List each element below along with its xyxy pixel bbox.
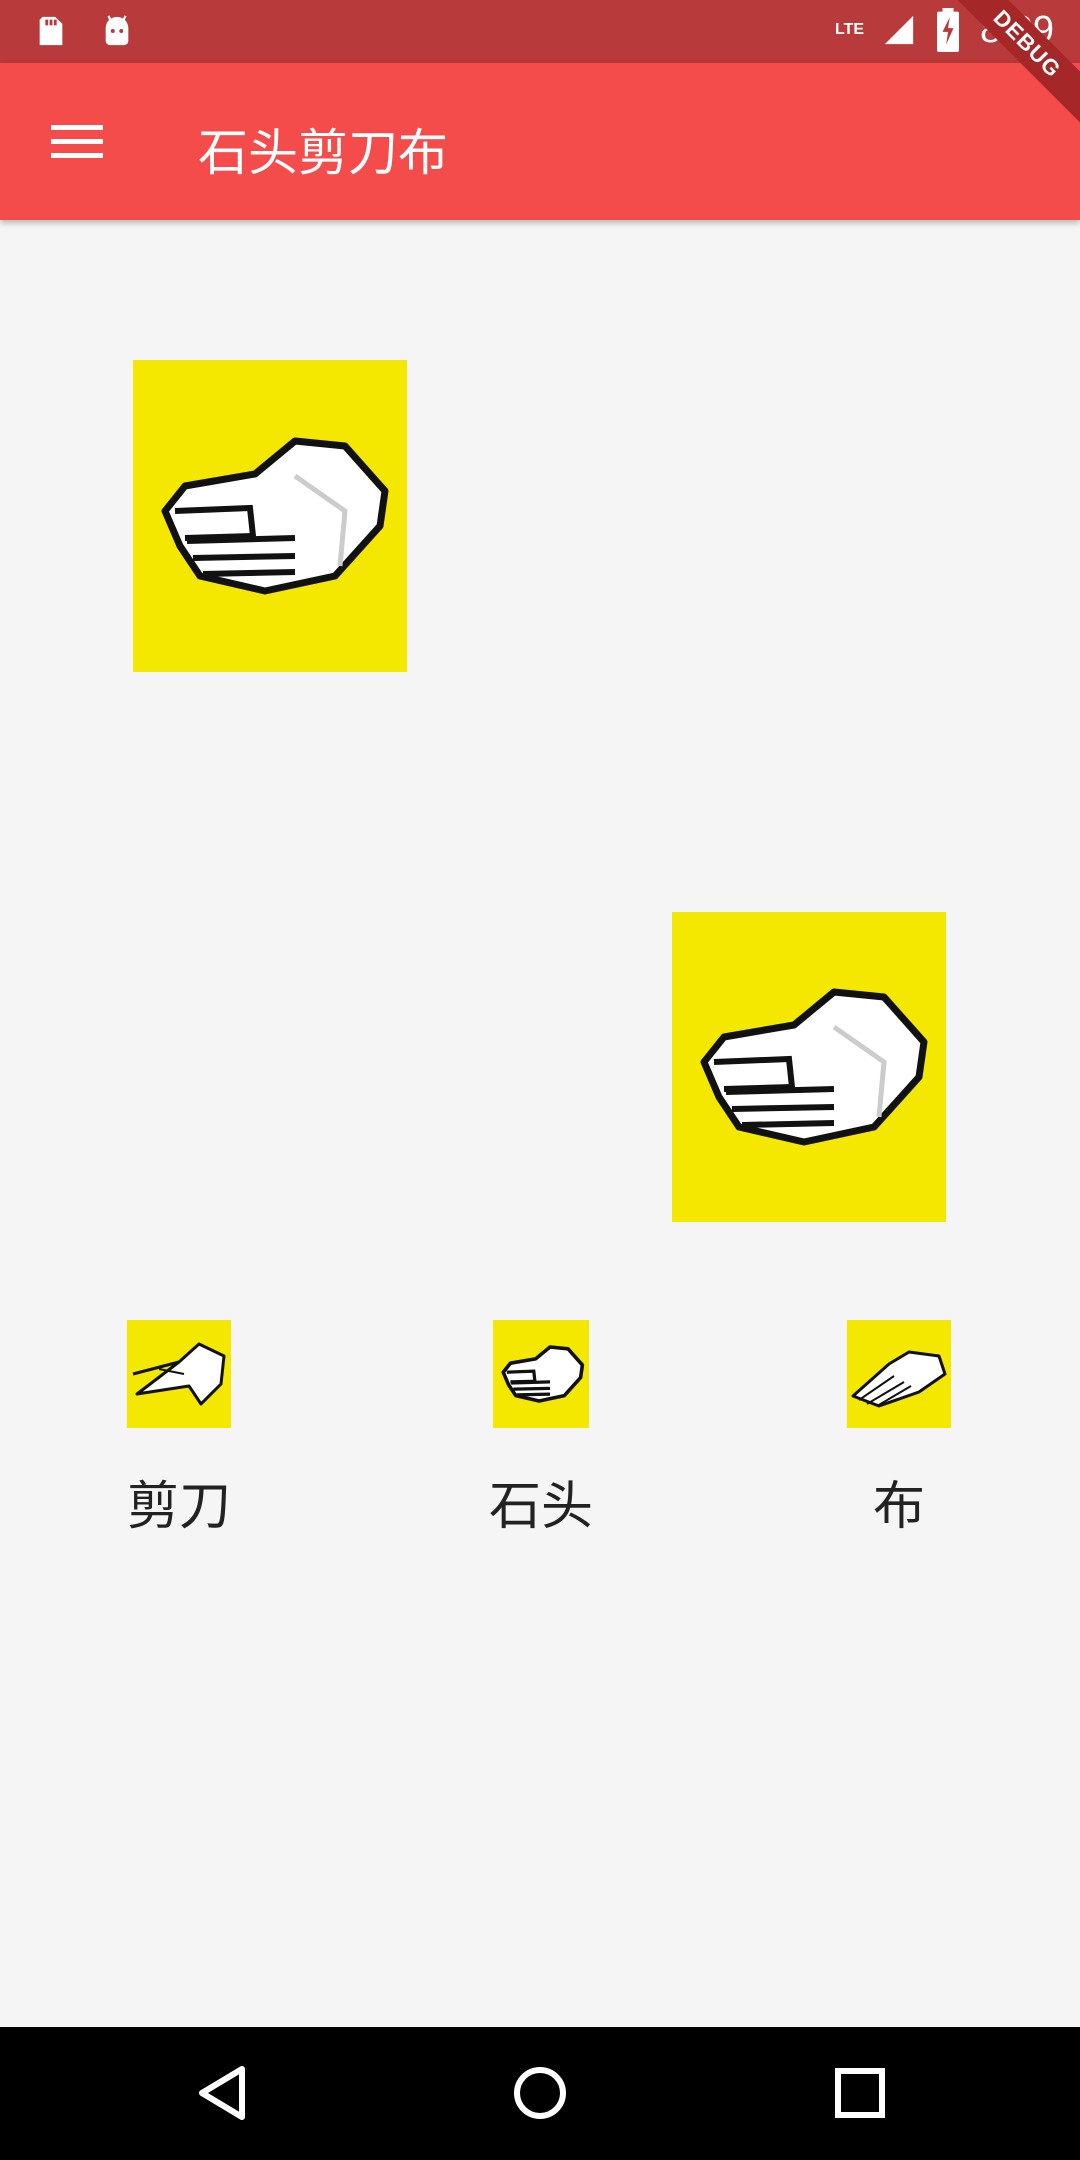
menu-button[interactable] bbox=[40, 109, 114, 173]
page-title: 石头剪刀布 bbox=[198, 124, 448, 182]
recents-icon bbox=[835, 2068, 885, 2118]
menu-icon bbox=[51, 125, 103, 158]
signal-icon bbox=[884, 15, 914, 45]
back-button[interactable] bbox=[182, 2057, 262, 2129]
app-bar: 石头剪刀布 bbox=[0, 63, 1080, 220]
network-type: LTE bbox=[835, 21, 865, 38]
choice-paper-label: 布 bbox=[872, 1477, 925, 1537]
sd-card-icon bbox=[39, 16, 63, 46]
choice-rock-label: 石头 bbox=[488, 1477, 593, 1537]
scissors-hand-icon bbox=[132, 1342, 226, 1406]
system-nav-bar bbox=[0, 2027, 1080, 2160]
choice-scissors-thumb[interactable] bbox=[127, 1320, 231, 1428]
home-icon bbox=[514, 2067, 566, 2119]
home-button[interactable] bbox=[500, 2057, 580, 2129]
recents-button[interactable] bbox=[820, 2057, 900, 2129]
battery-icon bbox=[937, 8, 960, 52]
player-hand-card bbox=[672, 912, 946, 1222]
computer-hand-card bbox=[133, 360, 407, 672]
rock-hand-icon bbox=[501, 1345, 585, 1403]
back-icon bbox=[199, 2066, 245, 2120]
paper-hand-icon bbox=[851, 1350, 947, 1408]
rock-hand-icon bbox=[700, 988, 928, 1146]
android-icon bbox=[105, 15, 129, 46]
choice-scissors-button[interactable]: 剪刀 bbox=[104, 1320, 254, 1539]
choice-paper-thumb[interactable] bbox=[847, 1320, 951, 1428]
choice-rock-button[interactable]: 石头 bbox=[466, 1320, 616, 1539]
choice-rock-thumb[interactable] bbox=[493, 1320, 589, 1428]
status-bar: LTE 8:09 bbox=[0, 0, 1080, 63]
rock-hand-icon bbox=[161, 437, 389, 595]
choice-paper-button[interactable]: 布 bbox=[824, 1320, 974, 1539]
choice-scissors-label: 剪刀 bbox=[126, 1477, 231, 1537]
